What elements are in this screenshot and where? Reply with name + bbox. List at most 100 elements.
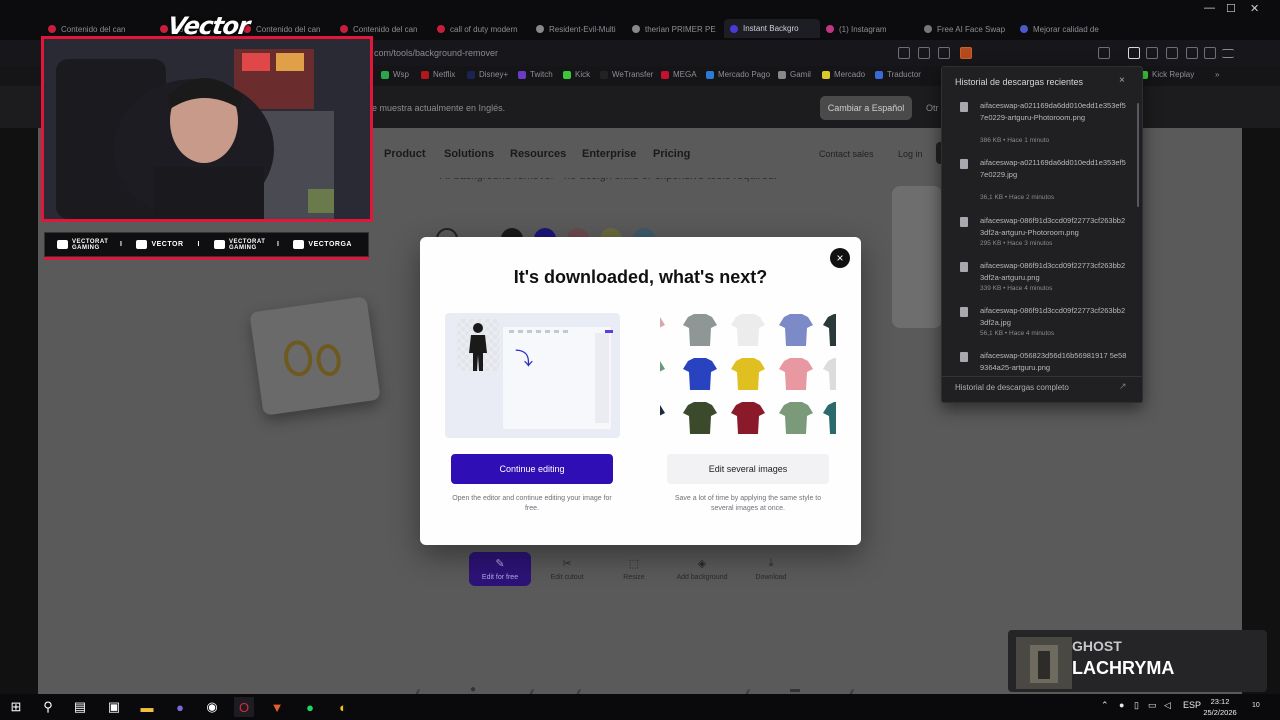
download-item[interactable]: aifaceswap-a021169da6dd010edd1e353ef57e0… bbox=[954, 100, 1134, 144]
close-downloads-button[interactable]: × bbox=[1119, 75, 1125, 86]
menu-icon[interactable] bbox=[1222, 49, 1234, 58]
clock[interactable]: 23:12 25/2/2026 bbox=[1200, 696, 1240, 718]
bookmark[interactable]: Gamil bbox=[778, 70, 811, 79]
twitter-handle: VECTORAT GAMING bbox=[213, 239, 265, 251]
modal-title: It's downloaded, what's next? bbox=[513, 267, 768, 287]
tab-active[interactable]: Instant Backgro bbox=[724, 19, 820, 38]
close-window-button[interactable]: ✕ bbox=[1250, 2, 1259, 15]
tab[interactable]: Mejorar calidad de bbox=[1020, 21, 1110, 37]
bookmark-label: Wsp bbox=[393, 70, 409, 79]
switch-language-button[interactable]: Cambiar a Español bbox=[820, 96, 912, 120]
download-button[interactable]: ⤓ Download bbox=[740, 552, 802, 586]
sidebar-icon[interactable] bbox=[1098, 47, 1110, 59]
usb-icon[interactable]: ▯ bbox=[1134, 700, 1139, 711]
bookmark[interactable]: Wsp bbox=[381, 70, 409, 79]
download-item[interactable]: aifaceswap-a021169da6dd010edd1e353ef57e0… bbox=[954, 157, 1134, 201]
edit-for-free-button[interactable]: ✎ Edit for free bbox=[469, 552, 531, 586]
tab[interactable]: Contenido del can bbox=[243, 21, 335, 37]
bookmark[interactable]: MEGA bbox=[661, 70, 697, 79]
file-explorer-icon[interactable]: ▬ bbox=[137, 697, 157, 717]
obs-icon[interactable]: ◐ bbox=[333, 697, 353, 717]
bookmark[interactable]: Mercado Pago bbox=[706, 70, 770, 79]
tab[interactable]: (1) Instagram bbox=[826, 21, 916, 37]
social-label: VECTOR bbox=[151, 241, 184, 248]
url-field[interactable]: com/tools/background-remover bbox=[374, 48, 498, 58]
search-icon[interactable]: ⚲ bbox=[38, 697, 58, 717]
sample-image-shoe[interactable] bbox=[892, 186, 942, 328]
spotify-icon[interactable]: ● bbox=[300, 697, 320, 717]
nav-product[interactable]: Product bbox=[384, 148, 426, 160]
tab-favicon-icon bbox=[924, 25, 932, 33]
download-icon[interactable] bbox=[1128, 47, 1140, 59]
overlay-accent-line bbox=[44, 257, 369, 260]
bookmark[interactable]: Kick bbox=[563, 70, 590, 79]
reader-icon[interactable] bbox=[918, 47, 930, 59]
vpn-icon[interactable] bbox=[1204, 47, 1216, 59]
contact-sales-link[interactable]: Contact sales bbox=[819, 149, 874, 159]
discord-icon[interactable]: ● bbox=[170, 697, 190, 717]
tab[interactable]: call of duty modern bbox=[437, 21, 529, 37]
instagram-handle: VECTORGA bbox=[293, 240, 352, 249]
split-view-icon[interactable] bbox=[1146, 47, 1158, 59]
network-icon[interactable]: ▭ bbox=[1148, 700, 1157, 711]
twitch-icon bbox=[136, 240, 148, 249]
nav-solutions[interactable]: Solutions bbox=[444, 148, 494, 160]
edit-several-images-button[interactable]: Edit several images bbox=[667, 454, 829, 484]
chevron-up-icon[interactable]: ⌃ bbox=[1101, 700, 1109, 711]
resize-button[interactable]: ⬚ Resize bbox=[603, 552, 665, 586]
login-link[interactable]: Log in bbox=[898, 149, 923, 159]
bookmark[interactable]: Traductor bbox=[875, 70, 921, 79]
download-item[interactable]: aifaceswap-086f91d3ccd09f22773cf263bb23d… bbox=[954, 215, 1134, 255]
full-history-link[interactable]: Historial de descargas completo bbox=[955, 383, 1069, 392]
brave-icon[interactable]: ▼ bbox=[267, 697, 287, 717]
tab-label: Instant Backgro bbox=[743, 24, 799, 33]
other-language-link[interactable]: Otr bbox=[926, 103, 939, 113]
tab[interactable]: therian PRIMER PE bbox=[632, 21, 724, 37]
taskbar-app-icon[interactable]: ▣ bbox=[104, 697, 124, 717]
share-icon[interactable] bbox=[938, 47, 950, 59]
bookmark[interactable]: Kick Replay bbox=[1140, 70, 1194, 79]
bookmark[interactable]: WeTransfer bbox=[600, 70, 653, 79]
wallet-icon[interactable] bbox=[1166, 47, 1178, 59]
steam-icon[interactable]: ◉ bbox=[202, 697, 222, 717]
minimize-button[interactable]: — bbox=[1204, 2, 1215, 14]
language-indicator[interactable]: ESP bbox=[1183, 700, 1201, 710]
download-item[interactable]: aifaceswap-086f91d3ccd09f22773cf263bb23d… bbox=[954, 260, 1134, 300]
bookmark[interactable]: Twitch bbox=[518, 70, 553, 79]
screen: Contenido del can Co Contenido del can C… bbox=[0, 0, 1280, 720]
tab-label: (1) Instagram bbox=[839, 24, 887, 34]
download-item[interactable]: aifaceswap-056823d56d16b56981917 5e58936… bbox=[954, 350, 1134, 374]
continue-editing-button[interactable]: Continue editing bbox=[451, 454, 613, 484]
open-external-icon[interactable]: ↗ bbox=[1119, 381, 1127, 392]
youtube-handle: VECTORAT GAMING bbox=[57, 239, 108, 251]
tab[interactable]: Contenido del can bbox=[340, 21, 432, 37]
notifications-badge[interactable]: 10 bbox=[1252, 702, 1260, 709]
bookmarks-overflow-button[interactable]: » bbox=[1215, 70, 1219, 79]
sample-image-jewelry[interactable] bbox=[249, 296, 381, 416]
bookmark[interactable]: Disney+ bbox=[467, 70, 508, 79]
edit-cutout-button[interactable]: ✂ Edit cutout bbox=[536, 552, 598, 586]
task-view-icon[interactable]: ▤ bbox=[70, 697, 90, 717]
download-item[interactable]: aifaceswap-086f91d3ccd09f22773cf263bb23d… bbox=[954, 305, 1134, 345]
downloads-scrollbar[interactable] bbox=[1137, 103, 1139, 207]
bookmark[interactable]: Mercado bbox=[822, 70, 865, 79]
tab[interactable]: Free AI Face Swap bbox=[924, 21, 1014, 37]
mic-icon[interactable]: ● bbox=[1119, 700, 1124, 710]
volume-icon[interactable]: ◁ bbox=[1164, 700, 1171, 711]
add-background-button[interactable]: ◈ Add background bbox=[671, 552, 733, 586]
opera-icon[interactable]: O bbox=[234, 697, 254, 717]
extensions-icon[interactable] bbox=[1186, 47, 1198, 59]
brave-shield-icon[interactable] bbox=[960, 47, 972, 59]
start-button[interactable]: ⊞ bbox=[6, 697, 26, 717]
nav-enterprise[interactable]: Enterprise bbox=[582, 148, 636, 160]
tab[interactable]: Contenido del can bbox=[48, 21, 158, 37]
translate-icon[interactable] bbox=[898, 47, 910, 59]
maximize-button[interactable]: ☐ bbox=[1226, 2, 1236, 15]
nav-pricing[interactable]: Pricing bbox=[653, 148, 690, 160]
editor-sidebar bbox=[595, 333, 609, 423]
tab[interactable]: Resident-Evil-Multi bbox=[536, 21, 628, 37]
close-modal-button[interactable]: × bbox=[830, 248, 850, 268]
bookmark[interactable]: Netflix bbox=[421, 70, 455, 79]
tab-label: Contenido del can bbox=[353, 24, 418, 34]
nav-resources[interactable]: Resources bbox=[510, 148, 566, 160]
